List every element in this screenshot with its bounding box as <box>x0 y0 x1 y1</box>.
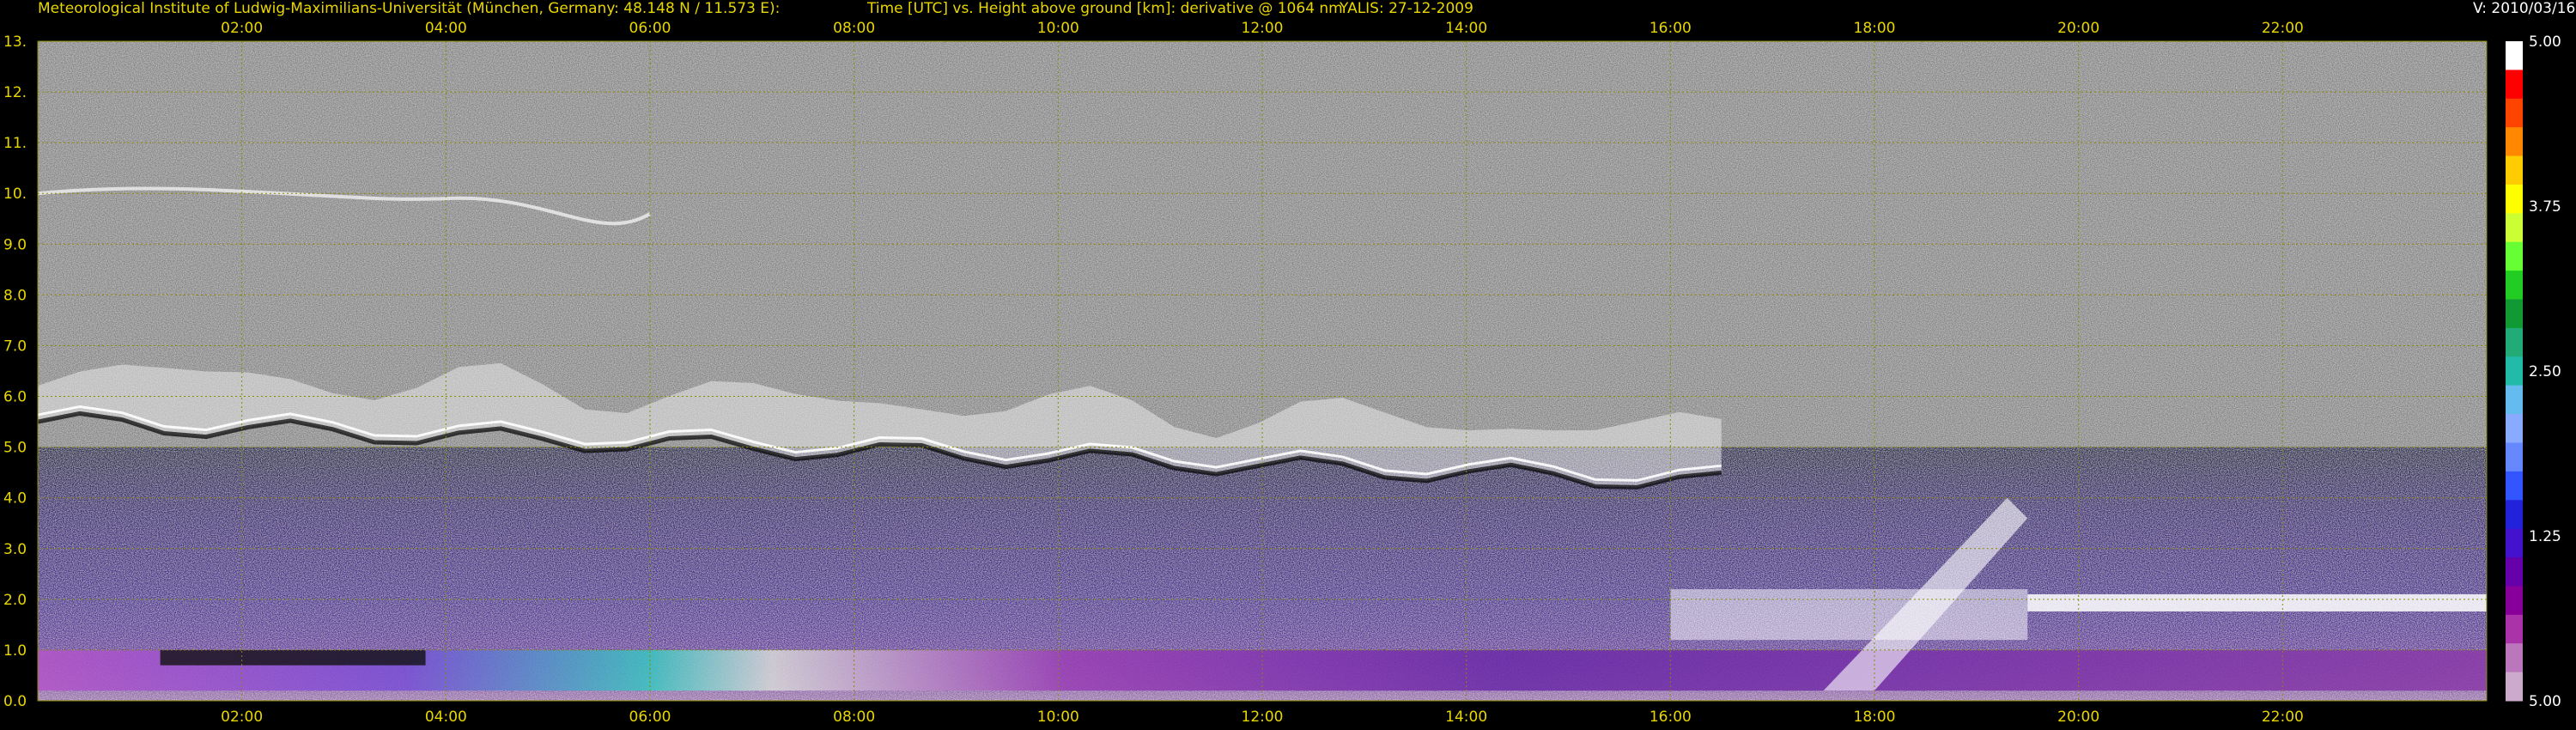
colorbar-segment <box>2506 184 2523 214</box>
colorbar-tick-label: 2.50 <box>2529 363 2561 380</box>
colorbar-segment <box>2506 70 2523 100</box>
colorbar-segment <box>2506 127 2523 157</box>
colorbar-segment <box>2506 385 2523 415</box>
colorbar-ticks: 5.00 3.75 2.50 1.25 5.00 <box>2529 33 2561 710</box>
colorbar-segment <box>2506 271 2523 301</box>
x-tick-label-top: 18:00 <box>1854 20 1896 37</box>
y-tick-label: 3.0 <box>3 541 27 558</box>
x-tick-label-top: 12:00 <box>1242 20 1284 37</box>
x-tick-label-bottom: 18:00 <box>1854 709 1896 726</box>
colorbar-segment <box>2506 327 2523 357</box>
colorbar-segment <box>2506 299 2523 329</box>
colorbar-segment <box>2506 643 2523 673</box>
colorbar-segment <box>2506 41 2523 70</box>
x-tick-label-top: 22:00 <box>2262 20 2304 37</box>
x-tick-label-bottom: 08:00 <box>833 709 875 726</box>
x-tick-label-bottom: 10:00 <box>1037 709 1079 726</box>
y-axis-ticks: 0.0 1.0 2.0 3.0 4.0 5.0 6.0 7.0 8.0 9.0 10. 11. 12. 1… <box>3 33 27 710</box>
colorbar-segment <box>2506 155 2523 186</box>
colorbar-segment <box>2506 356 2523 386</box>
x-tick-label-bottom: 04:00 <box>425 709 467 726</box>
x-tick-label-bottom: 14:00 <box>1445 709 1487 726</box>
x-tick-label-bottom: 16:00 <box>1649 709 1692 726</box>
x-tick-label-bottom: 22:00 <box>2262 709 2304 726</box>
y-tick-label: 12. <box>3 84 27 101</box>
colorbar-tick-label: 5.00 <box>2529 693 2561 710</box>
colorbar-segment <box>2506 672 2523 702</box>
y-tick-label: 8.0 <box>3 287 27 304</box>
x-tick-label-top: 08:00 <box>833 20 875 37</box>
x-tick-label-top: 16:00 <box>1649 20 1692 37</box>
x-tick-label-top: 06:00 <box>629 20 671 37</box>
colorbar-segment <box>2506 557 2523 587</box>
colorbar-segment <box>2506 241 2523 271</box>
colorbar-segment <box>2506 500 2523 530</box>
colorbar-tick-label: 1.25 <box>2529 528 2561 545</box>
boundary-layer-dark-segment <box>160 649 426 666</box>
colorbar-segment <box>2506 414 2523 443</box>
colorbar-segment <box>2506 528 2523 558</box>
colorbar-segment <box>2506 471 2523 501</box>
colorbar-tick-label: 5.00 <box>2529 33 2561 51</box>
x-tick-label-top: 20:00 <box>2057 20 2099 37</box>
x-tick-label-bottom: 06:00 <box>629 709 671 726</box>
x-tick-label-top: 10:00 <box>1037 20 1079 37</box>
colorbar-tick-label: 3.75 <box>2529 198 2561 216</box>
y-tick-label: 5.0 <box>3 440 27 457</box>
y-tick-label: 4.0 <box>3 490 27 508</box>
y-tick-label: 0.0 <box>3 693 27 710</box>
lidar-chart: 02:00 04:00 06:00 08:00 10:00 12:00 14:00 16:00… <box>3 20 2561 726</box>
x-tick-label-bottom: 02:00 <box>221 709 263 726</box>
colorbar-segment <box>2506 442 2523 472</box>
colorbar-segment <box>2506 614 2523 644</box>
y-tick-label: 10. <box>3 186 27 203</box>
y-tick-label: 6.0 <box>3 389 27 406</box>
x-axis-bottom-ticks: 02:00 04:00 06:00 08:00 10:00 12:00 14:00 16:00… <box>221 709 2304 726</box>
colorbar-segment <box>2506 586 2523 616</box>
y-tick-label: 2.0 <box>3 592 27 609</box>
y-tick-label: 11. <box>3 135 27 152</box>
y-tick-label: 9.0 <box>3 236 27 253</box>
x-tick-label-bottom: 12:00 <box>1242 709 1284 726</box>
y-tick-label: 1.0 <box>3 642 27 660</box>
y-tick-label: 13. <box>3 33 27 51</box>
x-tick-label-top: 04:00 <box>425 20 467 37</box>
y-tick-label: 7.0 <box>3 338 27 355</box>
low-cloud-segment-2 <box>2027 593 2487 611</box>
colorbar-segment <box>2506 98 2523 128</box>
x-axis-top-ticks: 02:00 04:00 06:00 08:00 10:00 12:00 14:00 16:00… <box>221 20 2304 37</box>
colorbar-segment <box>2506 213 2523 243</box>
x-tick-label-bottom: 20:00 <box>2057 709 2099 726</box>
colorbar <box>2506 41 2523 702</box>
low-cloud-segment-1 <box>1670 589 2028 641</box>
x-tick-label-top: 14:00 <box>1445 20 1487 37</box>
x-tick-label-top: 02:00 <box>221 20 263 37</box>
